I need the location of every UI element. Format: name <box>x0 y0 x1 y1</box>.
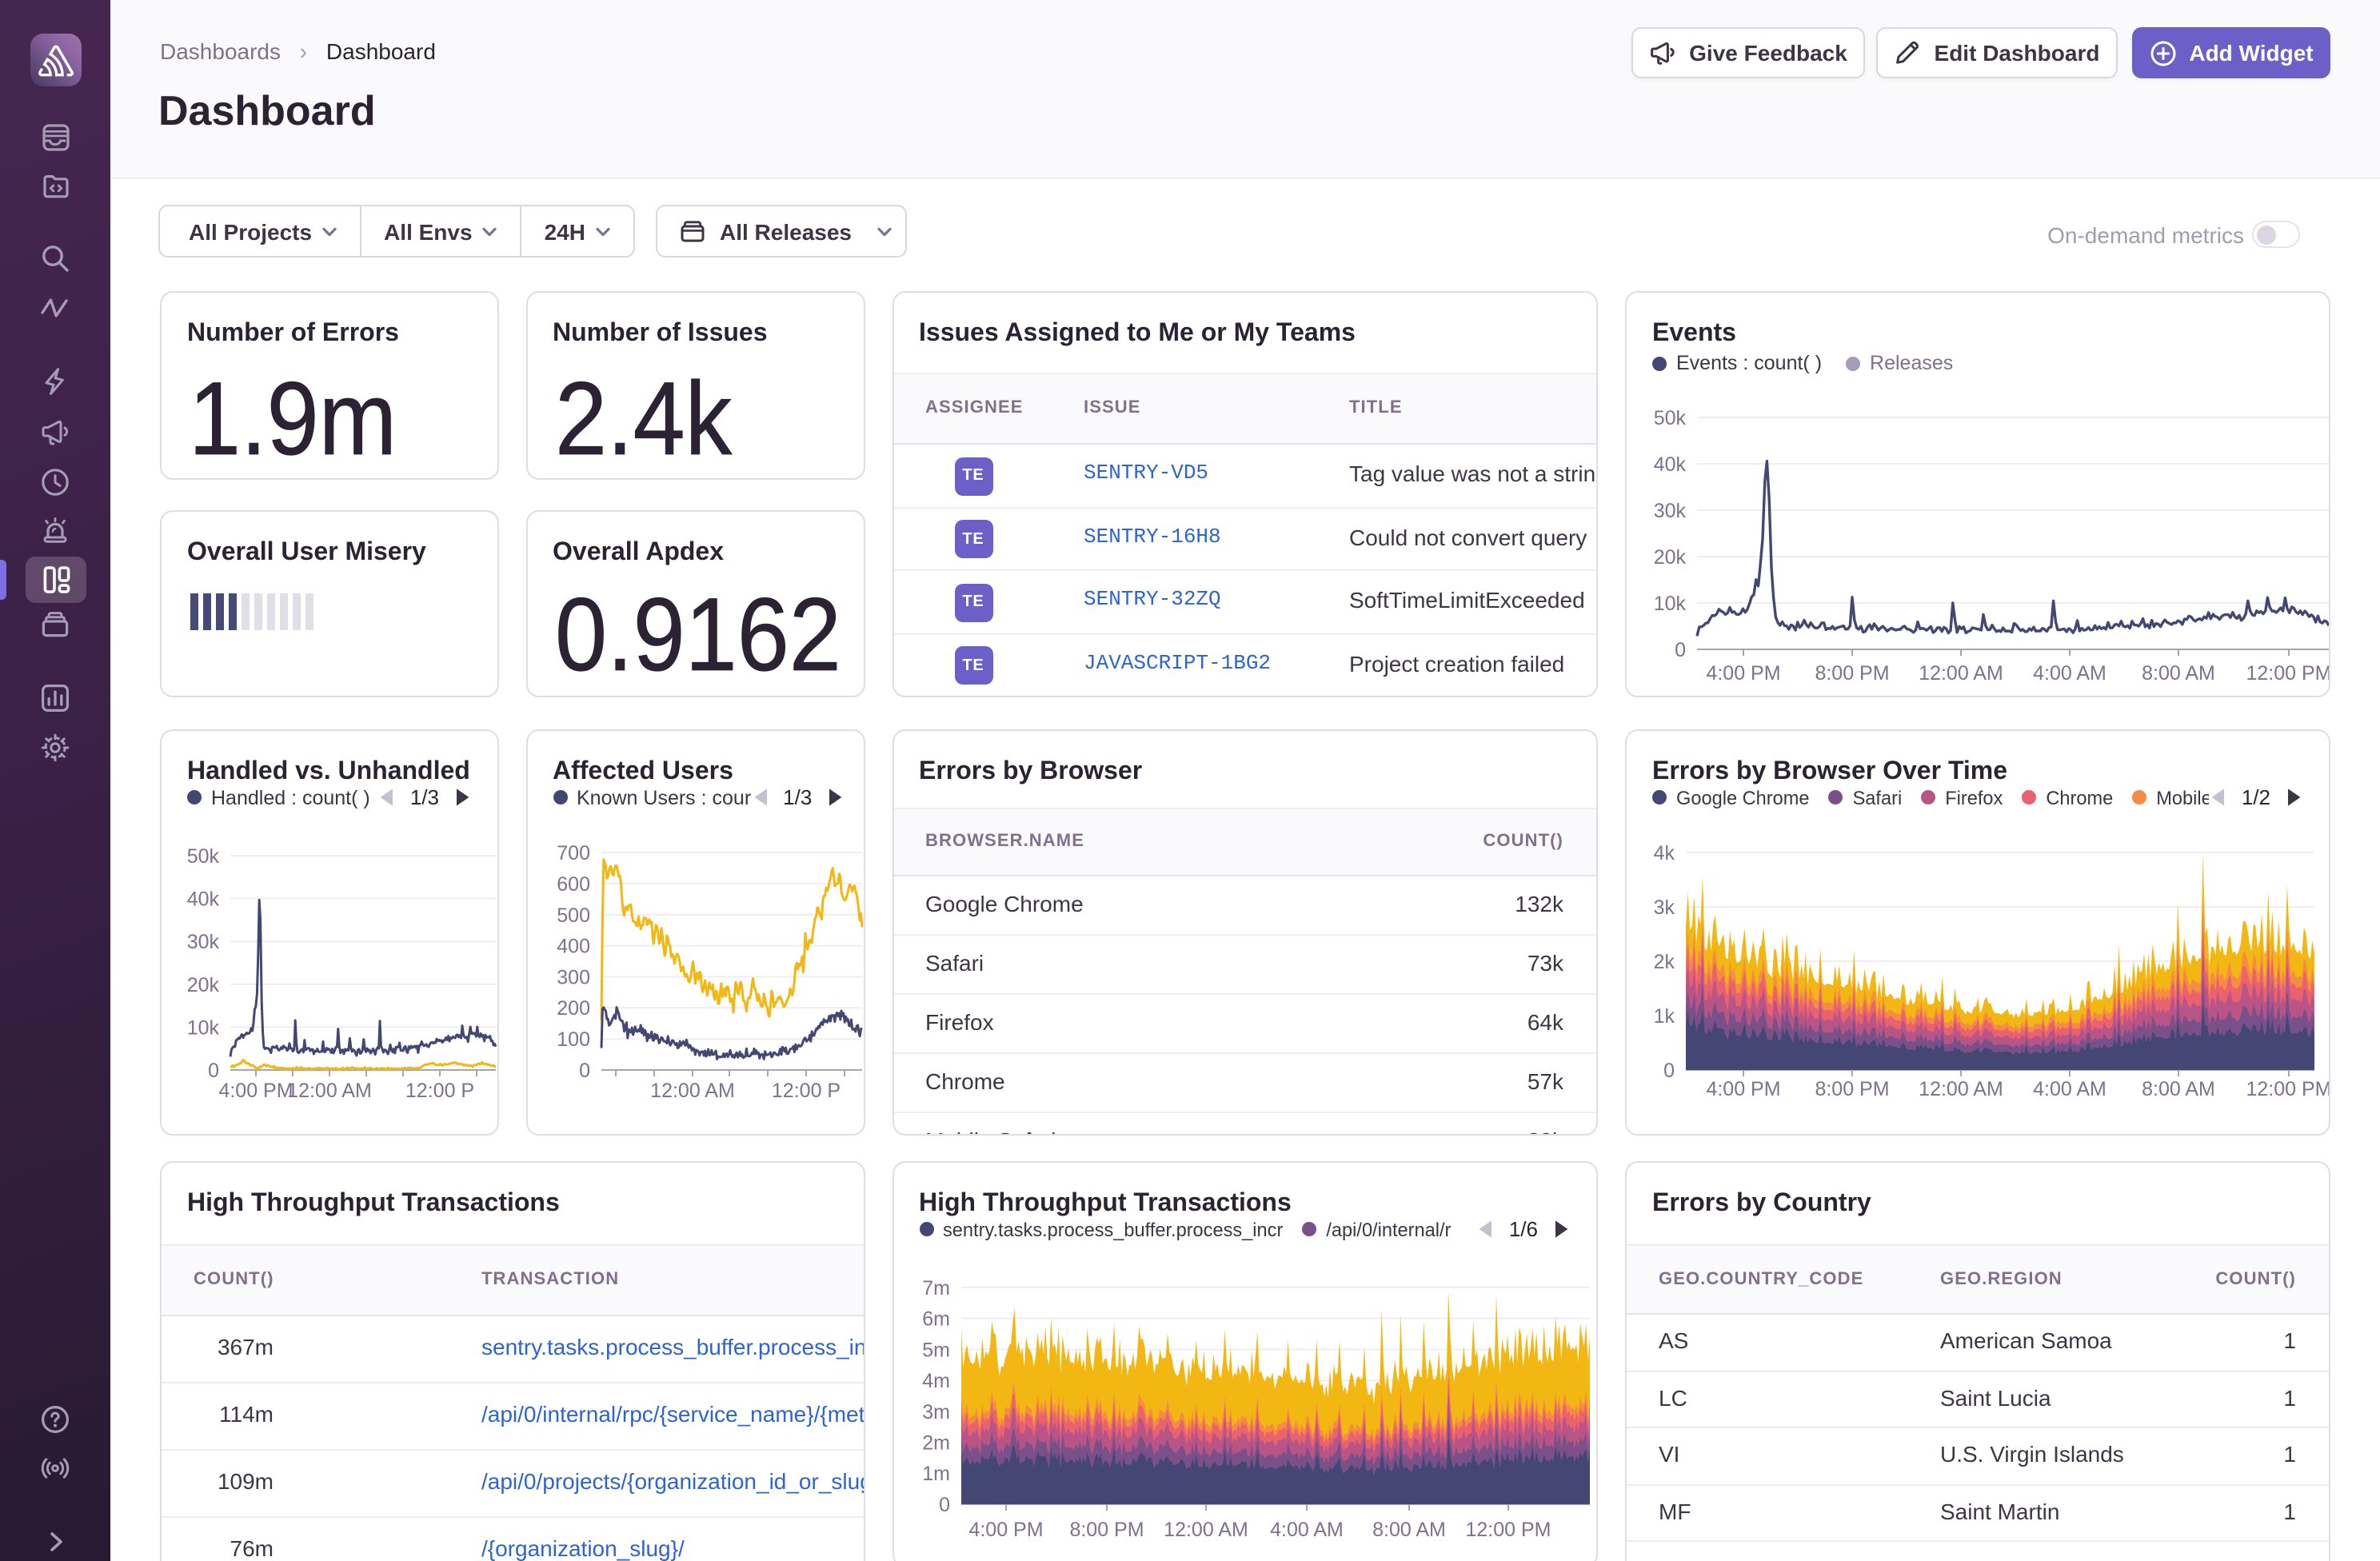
svg-text:8:00 PM: 8:00 PM <box>1815 662 1889 685</box>
svg-text:12:00 PM: 12:00 PM <box>1464 1519 1550 1541</box>
svg-text:12:00 P: 12:00 P <box>405 1080 474 1102</box>
svg-text:8:00 AM: 8:00 AM <box>2142 662 2215 685</box>
svg-text:2k: 2k <box>1654 951 1675 973</box>
svg-text:6m: 6m <box>921 1308 949 1331</box>
svg-text:20k: 20k <box>187 974 220 996</box>
svg-text:7m: 7m <box>921 1277 949 1300</box>
svg-text:4:00 PM: 4:00 PM <box>218 1080 293 1102</box>
svg-text:1m: 1m <box>921 1463 949 1485</box>
svg-text:50k: 50k <box>187 845 220 868</box>
svg-text:0: 0 <box>1663 1060 1675 1082</box>
svg-text:10k: 10k <box>187 1016 220 1039</box>
svg-text:4m: 4m <box>921 1370 949 1392</box>
svg-text:12:00 PM: 12:00 PM <box>2246 1078 2330 1100</box>
svg-text:600: 600 <box>556 873 589 896</box>
svg-text:12:00 AM: 12:00 AM <box>649 1080 734 1102</box>
svg-text:700: 700 <box>556 842 589 864</box>
svg-text:30k: 30k <box>1654 500 1687 522</box>
svg-text:4:00 PM: 4:00 PM <box>1706 662 1780 685</box>
svg-text:400: 400 <box>556 936 589 958</box>
svg-text:40k: 40k <box>1654 453 1687 476</box>
svg-text:12:00 AM: 12:00 AM <box>287 1080 372 1102</box>
svg-text:12:00 AM: 12:00 AM <box>1919 662 2003 685</box>
svg-text:12:00 AM: 12:00 AM <box>1919 1078 2003 1100</box>
svg-text:4:00 PM: 4:00 PM <box>1706 1078 1780 1100</box>
svg-text:200: 200 <box>556 997 589 1020</box>
svg-text:8:00 AM: 8:00 AM <box>2142 1078 2215 1100</box>
svg-text:500: 500 <box>556 904 589 927</box>
svg-text:8:00 AM: 8:00 AM <box>1372 1519 1445 1541</box>
svg-text:2m: 2m <box>921 1432 949 1455</box>
svg-text:12:00 P: 12:00 P <box>771 1080 840 1102</box>
svg-text:4k: 4k <box>1654 842 1675 864</box>
svg-text:4:00 AM: 4:00 AM <box>2033 1078 2106 1100</box>
svg-text:20k: 20k <box>1654 546 1687 569</box>
svg-text:4:00 AM: 4:00 AM <box>2033 662 2106 685</box>
svg-text:4:00 AM: 4:00 AM <box>1269 1519 1343 1541</box>
svg-text:1k: 1k <box>1654 1005 1675 1028</box>
svg-text:0: 0 <box>208 1060 219 1082</box>
svg-text:4:00 PM: 4:00 PM <box>968 1519 1042 1541</box>
svg-text:8:00 PM: 8:00 PM <box>1815 1078 1889 1100</box>
svg-text:0: 0 <box>938 1494 949 1516</box>
svg-text:0: 0 <box>1675 639 1686 661</box>
svg-text:10k: 10k <box>1654 593 1687 615</box>
svg-text:50k: 50k <box>1654 407 1687 429</box>
svg-text:3k: 3k <box>1654 896 1675 919</box>
svg-text:12:00 PM: 12:00 PM <box>2246 662 2330 685</box>
svg-text:100: 100 <box>556 1028 589 1051</box>
svg-text:0: 0 <box>578 1060 589 1082</box>
svg-text:40k: 40k <box>187 888 220 911</box>
svg-text:3m: 3m <box>921 1401 949 1423</box>
svg-text:8:00 PM: 8:00 PM <box>1068 1519 1143 1541</box>
svg-text:300: 300 <box>556 966 589 988</box>
svg-text:30k: 30k <box>187 931 220 953</box>
svg-text:5m: 5m <box>921 1339 949 1361</box>
svg-text:12:00 AM: 12:00 AM <box>1163 1519 1248 1541</box>
